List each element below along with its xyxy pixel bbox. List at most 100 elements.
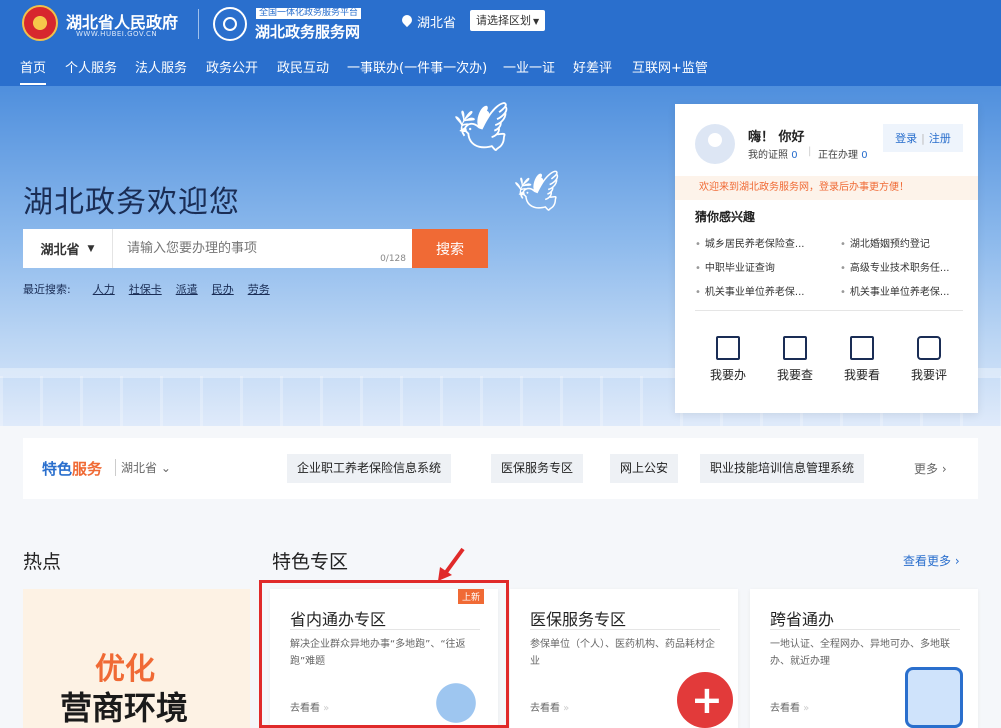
auth-divider: |: [921, 131, 925, 145]
avatar: [695, 124, 735, 164]
action-do[interactable]: 我要办: [703, 336, 753, 383]
my-licenses[interactable]: 我的证照 0: [748, 146, 798, 161]
search-province-label: 湖北省: [40, 243, 80, 258]
region-select[interactable]: 请选择区划 ▼: [470, 10, 546, 31]
search-province-select[interactable]: 湖北省 ▼: [23, 229, 113, 268]
nav-personal[interactable]: 个人服务: [65, 60, 117, 77]
featured-tag[interactable]: 职业技能培训信息管理系统: [700, 454, 865, 483]
search-input-wrap: 0/128: [113, 229, 412, 268]
location-pin-icon: [399, 12, 415, 28]
featured-logo-b: 服务: [72, 460, 103, 478]
action-rate[interactable]: 我要评: [904, 336, 954, 383]
top-header: 湖北省人民政府 WWW.HUBEI.GOV.CN 全国一体化政务服务平台 湖北政…: [0, 0, 1001, 86]
featured-province-select[interactable]: 湖北省 ⌄: [115, 459, 171, 476]
featured-logo: 特色服务: [42, 458, 102, 479]
platform-name[interactable]: 湖北政务服务网: [255, 21, 360, 42]
card-desc: 参保单位（个人）、医药机构、药品耗材企业: [530, 639, 715, 667]
guess-item[interactable]: 机关事业单位养老保...: [840, 283, 966, 298]
auth-box: 登录 | 注册: [883, 124, 963, 152]
hot-banner-line2: 营商环境: [60, 689, 189, 727]
medical-cross-icon: [677, 672, 733, 728]
guess-item[interactable]: 高级专业技术职务任...: [840, 259, 966, 274]
in-progress-label: 正在办理: [818, 150, 858, 161]
hot-banner-line1: 优化: [95, 652, 155, 687]
nav-legal-person[interactable]: 法人服务: [135, 60, 187, 77]
action-query-label: 我要查: [776, 368, 813, 382]
login-link[interactable]: 登录: [895, 130, 917, 146]
card-divider: [695, 310, 963, 311]
crane-icon: 🕊: [450, 97, 518, 161]
mobile-phone-icon: [905, 667, 963, 728]
nav-interaction[interactable]: 政民互动: [277, 60, 329, 77]
search-bar: 湖北省 ▼ 0/128 搜索: [23, 229, 488, 268]
highlight-arrow-icon: [438, 547, 465, 581]
card-go-link[interactable]: 去看看 »: [530, 699, 569, 714]
action-query[interactable]: 我要查: [770, 336, 820, 383]
in-progress-count: 0: [861, 150, 868, 161]
card-title: 医保服务专区: [530, 610, 627, 629]
caret-down-icon: ▼: [87, 243, 95, 254]
nav-supervision[interactable]: 互联网+监管: [632, 60, 708, 77]
card-desc: 一地认证、全程网办、异地可办、多地联办、就近办理: [770, 639, 950, 667]
comment-check-icon: [917, 336, 941, 360]
header-divider: [198, 9, 199, 39]
chevron-down-icon: ▼: [533, 17, 540, 26]
featured-tag[interactable]: 网上公安: [610, 454, 679, 483]
my-licenses-label: 我的证照: [748, 150, 788, 161]
action-view[interactable]: 我要看: [837, 336, 887, 383]
current-location: 湖北省: [417, 16, 457, 31]
featured-more-link[interactable]: 更多 ›: [914, 460, 947, 477]
nav-evaluation[interactable]: 好差评: [573, 60, 612, 77]
see-more-link[interactable]: 查看更多 ›: [903, 552, 960, 569]
card-go-link[interactable]: 去看看 »: [770, 699, 809, 714]
recent-searches: 最近搜索: 人力 社保卡 派遣 民办 劳务: [23, 281, 270, 297]
national-emblem-icon: [22, 5, 58, 41]
register-link[interactable]: 注册: [929, 130, 951, 146]
platform-tag: 全国一体化政务服务平台: [256, 8, 362, 19]
recent-link[interactable]: 派遣: [176, 281, 198, 297]
gov-url: WWW.HUBEI.GOV.CN: [76, 30, 158, 38]
recent-link[interactable]: 社保卡: [129, 281, 162, 297]
special-section-title: 特色专区: [272, 551, 349, 573]
document-icon: [850, 336, 874, 360]
in-progress[interactable]: 正在办理 0: [818, 146, 868, 161]
guess-item[interactable]: 机关事业单位养老保...: [695, 283, 821, 298]
notice-text: 欢迎来到湖北政务服务网，登录后办事更方便！: [699, 182, 909, 193]
guess-item[interactable]: 湖北婚姻预约登记: [840, 235, 966, 250]
featured-tag[interactable]: 医保服务专区: [491, 454, 584, 483]
login-notice: 欢迎来到湖北政务服务网，登录后办事更方便！: [675, 176, 978, 200]
double-chevron-icon: »: [800, 703, 810, 714]
nav-one-thing[interactable]: 一事联办(一件事一次办): [347, 60, 487, 77]
my-licenses-count: 0: [791, 150, 798, 161]
nav-home[interactable]: 首页: [20, 60, 47, 85]
bank-icon: [716, 336, 740, 360]
user-card: 嗨！ 你好 我的证照 0 | 正在办理 0 登录 | 注册 欢迎来到湖北政务服务…: [675, 104, 978, 413]
card-title: 跨省通办: [770, 610, 835, 629]
char-counter: 0/128: [380, 254, 406, 264]
action-do-label: 我要办: [709, 368, 746, 382]
action-view-label: 我要看: [843, 368, 880, 382]
card-divider: [530, 629, 720, 630]
search-input[interactable]: [113, 229, 412, 268]
guess-item[interactable]: 中职毕业证查询: [695, 259, 821, 274]
featured-province-label: 湖北省: [121, 461, 158, 475]
stat-divider: |: [808, 146, 812, 157]
platform-logo-icon: [213, 7, 247, 41]
nav-one-license[interactable]: 一业一证: [503, 60, 555, 77]
action-rate-label: 我要评: [910, 368, 947, 382]
search-button[interactable]: 搜索: [412, 229, 488, 268]
card-go-label: 去看看: [530, 703, 560, 714]
chevron-down-icon: ⌄: [160, 461, 171, 475]
recent-link[interactable]: 劳务: [248, 281, 270, 297]
featured-tag[interactable]: 企业职工养老保险信息系统: [287, 454, 452, 483]
guess-item[interactable]: 城乡居民养老保险查...: [695, 235, 821, 250]
card-divider: [770, 629, 960, 630]
hot-section-title: 热点: [23, 551, 62, 573]
card-go-label: 去看看: [770, 703, 800, 714]
guess-title: 猜你感兴趣: [695, 210, 756, 224]
recent-link[interactable]: 人力: [93, 281, 115, 297]
recent-label: 最近搜索:: [23, 283, 71, 296]
region-select-label: 请选择区划: [476, 14, 531, 27]
nav-gov-open[interactable]: 政务公开: [206, 60, 258, 77]
recent-link[interactable]: 民办: [212, 281, 234, 297]
